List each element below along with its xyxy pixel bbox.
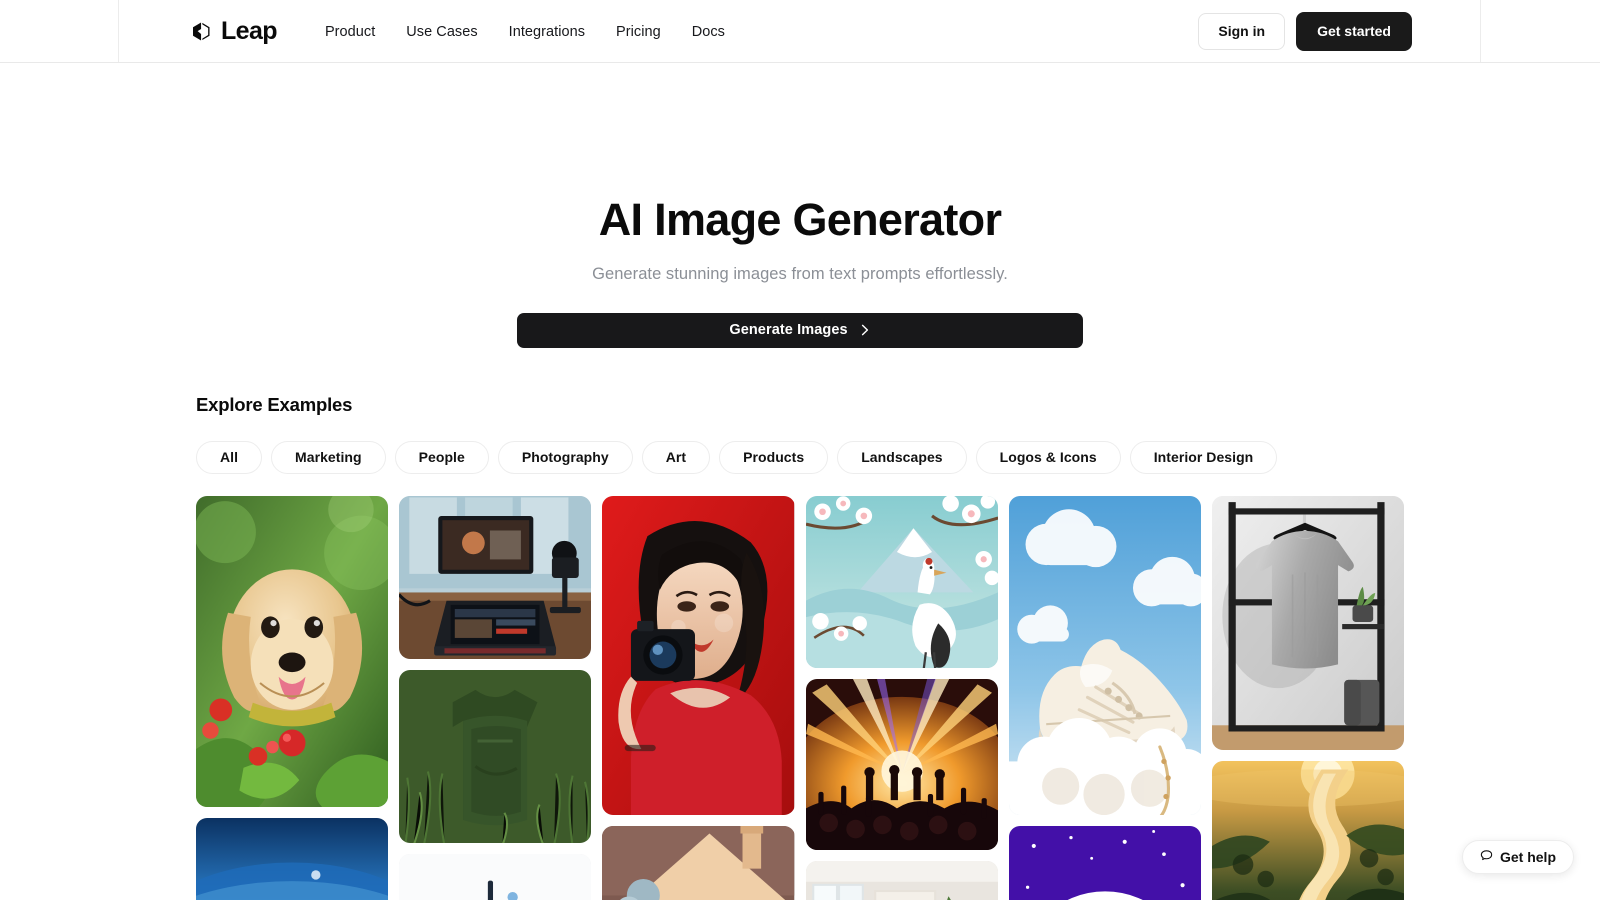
site-header: Leap Product Use Cases Integrations Pric… xyxy=(0,0,1600,63)
examples-gallery xyxy=(196,495,1404,900)
gallery-item-white-product[interactable] xyxy=(399,853,592,900)
filter-pill-landscapes[interactable]: Landscapes xyxy=(837,440,967,474)
chevron-right-icon xyxy=(860,324,871,336)
explore-examples-title: Explore Examples xyxy=(196,393,353,415)
gallery-item-fuji-crane-painting[interactable] xyxy=(805,495,998,668)
hero-section: AI Image Generator Generate stunning ima… xyxy=(0,63,1600,348)
gallery-item-river-sunset[interactable] xyxy=(1211,760,1404,900)
filter-pill-products[interactable]: Products xyxy=(719,440,829,474)
filter-pill-marketing[interactable]: Marketing xyxy=(271,440,386,474)
filter-pill-interior-design[interactable]: Interior Design xyxy=(1129,440,1278,474)
gallery-item-editing-desk[interactable] xyxy=(399,495,592,659)
explore-examples-section: Explore Examples All Marketing People Ph… xyxy=(0,394,1600,900)
header-content: Leap Product Use Cases Integrations Pric… xyxy=(118,0,1480,63)
main-nav: Product Use Cases Integrations Pricing D… xyxy=(325,24,725,40)
gallery-item-purple-meditation[interactable] xyxy=(1008,825,1201,900)
filter-pill-logos-icons[interactable]: Logos & Icons xyxy=(975,440,1121,474)
gallery-column xyxy=(196,495,389,900)
gallery-item-grey-tshirt-rack[interactable] xyxy=(1211,495,1404,750)
nav-item-pricing[interactable]: Pricing xyxy=(616,24,661,40)
gallery-item-woman-red-camera[interactable] xyxy=(602,495,795,815)
gallery-column xyxy=(399,495,592,900)
get-help-button[interactable]: Get help xyxy=(1461,840,1574,874)
category-filter-bar: All Marketing People Photography Art Pro… xyxy=(196,440,1404,474)
hero-cta-wrap: Generate Images xyxy=(0,312,1600,348)
nav-item-integrations[interactable]: Integrations xyxy=(509,24,585,40)
brand-name: Leap xyxy=(221,17,278,45)
gallery-column xyxy=(602,495,795,900)
nav-item-product[interactable]: Product xyxy=(325,24,375,40)
get-help-label: Get help xyxy=(1499,849,1556,865)
gallery-item-earth-from-space[interactable] xyxy=(196,817,389,900)
page-title: AI Image Generator xyxy=(598,194,1002,245)
gallery-item-green-tshirt-grass[interactable] xyxy=(399,669,592,843)
gallery-item-puppy[interactable] xyxy=(196,495,389,807)
gallery-item-concert-crowd[interactable] xyxy=(805,678,998,850)
gallery-item-sneaker-clouds[interactable] xyxy=(1008,495,1201,815)
gallery-column xyxy=(805,495,998,900)
filter-pill-all[interactable]: All xyxy=(196,440,263,474)
gallery-column xyxy=(1008,495,1201,900)
get-started-button[interactable]: Get started xyxy=(1296,12,1412,51)
nav-item-docs[interactable]: Docs xyxy=(692,24,725,40)
generate-images-label: Generate Images xyxy=(729,322,848,338)
header-right-divider xyxy=(1480,0,1481,62)
sign-in-button[interactable]: Sign in xyxy=(1198,13,1286,50)
hero-subtitle: Generate stunning images from text promp… xyxy=(592,264,1008,283)
cube-logo-icon xyxy=(189,20,212,43)
generate-images-button[interactable]: Generate Images xyxy=(517,312,1083,348)
brand-logo-link[interactable]: Leap xyxy=(189,17,278,46)
filter-pill-art[interactable]: Art xyxy=(641,440,711,474)
chat-bubble-icon xyxy=(1480,849,1493,865)
gallery-item-interior-room[interactable] xyxy=(805,860,998,900)
header-actions: Sign in Get started xyxy=(1198,12,1412,51)
gallery-item-toy-house[interactable] xyxy=(602,825,795,900)
nav-item-use-cases[interactable]: Use Cases xyxy=(406,24,477,40)
filter-pill-photography[interactable]: Photography xyxy=(497,440,633,474)
gallery-column xyxy=(1211,495,1404,900)
filter-pill-people[interactable]: People xyxy=(394,440,489,474)
